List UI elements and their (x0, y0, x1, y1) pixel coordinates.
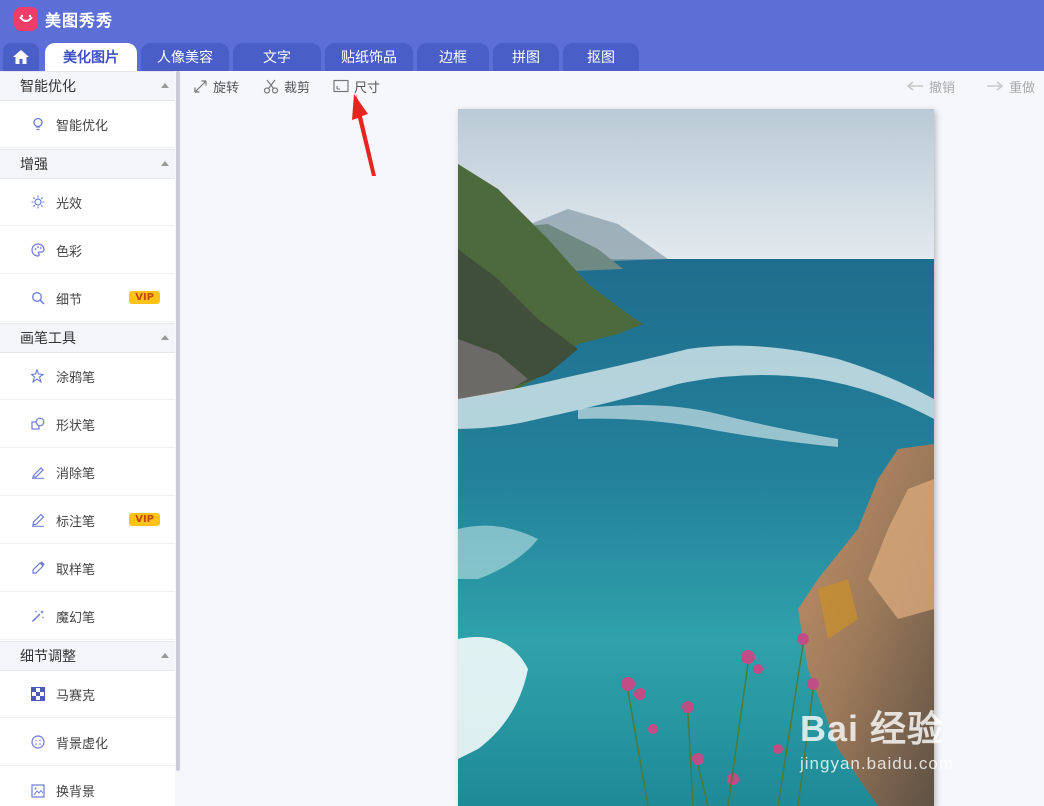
tool-detail[interactable]: 细节 VIP (0, 275, 175, 322)
group-header-smart[interactable]: 智能优化 (0, 71, 175, 101)
watermark-url: jingyan.baidu.com (800, 754, 955, 773)
caret-up-icon (161, 335, 169, 340)
arrow-left-icon (906, 81, 923, 91)
group-header-brush[interactable]: 画笔工具 (0, 323, 175, 353)
tool-shape-pen[interactable]: 形状笔 (0, 401, 175, 448)
tool-label: 马赛克 (56, 688, 96, 704)
sidebar-scrollbar[interactable] (176, 71, 180, 771)
scissors-icon (263, 79, 279, 94)
group-title: 增强 (20, 157, 48, 173)
tool-label: 涂鸦笔 (56, 370, 96, 386)
group-title: 画笔工具 (20, 331, 76, 347)
caret-up-icon (161, 653, 169, 658)
group-title: 智能优化 (20, 79, 76, 95)
rotate-button[interactable]: 旋转 (193, 77, 240, 96)
tab-stickers[interactable]: 贴纸饰品 (325, 43, 413, 71)
annotation-arrow-icon (352, 94, 376, 176)
tool-label: 细节 (56, 292, 83, 308)
tool-label: 背景虚化 (56, 736, 109, 752)
caret-up-icon (161, 161, 169, 166)
app-title: 美图秀秀 (45, 11, 114, 30)
background-icon (30, 783, 46, 799)
undo-button[interactable]: 撤销 (906, 77, 956, 96)
shapes-icon (30, 416, 46, 432)
tab-portrait[interactable]: 人像美容 (141, 43, 229, 71)
tool-magic-pen[interactable]: 魔幻笔 (0, 593, 175, 640)
tab-collage[interactable]: 拼图 (493, 43, 559, 71)
tool-light-effect[interactable]: 光效 (0, 179, 175, 226)
crop-button[interactable]: 裁剪 (263, 77, 311, 96)
tool-smart-optimize[interactable]: 智能优化 (0, 101, 175, 148)
tab-text[interactable]: 文字 (233, 43, 321, 71)
magic-wand-icon (30, 608, 46, 624)
size-button[interactable]: 尺寸 (333, 77, 381, 96)
sun-icon (30, 194, 46, 210)
undo-label: 撤销 (929, 80, 956, 96)
tab-cutout[interactable]: 抠图 (563, 43, 639, 71)
vip-badge: VIP (129, 291, 160, 304)
redo-label: 重做 (1009, 80, 1036, 96)
group-title: 细节调整 (20, 649, 76, 665)
sparkle-pen-icon (30, 368, 46, 384)
tool-label: 魔幻笔 (56, 610, 96, 626)
tab-border[interactable]: 边框 (417, 43, 489, 71)
tool-label: 取样笔 (56, 562, 96, 578)
pen-icon (30, 512, 46, 528)
baidu-watermark: Bai 经验 jingyan.baidu.com (800, 700, 954, 774)
tab-home[interactable] (3, 43, 39, 71)
palette-icon (30, 242, 46, 258)
mosaic-icon (30, 686, 46, 702)
resize-icon (333, 79, 349, 93)
sidebar: 智能优化 智能优化 增强 光效 色彩 细节 VIP 画笔工具 涂鸦笔 形状笔 消… (0, 71, 175, 806)
title-bar: 美图秀秀 (0, 0, 1044, 38)
caret-up-icon (161, 83, 169, 88)
tool-color[interactable]: 色彩 (0, 227, 175, 274)
tool-change-background[interactable]: 换背景 (0, 767, 175, 806)
tool-eraser-pen[interactable]: 消除笔 (0, 449, 175, 496)
tool-label: 色彩 (56, 244, 83, 260)
tool-label: 形状笔 (56, 418, 96, 434)
tab-beautify[interactable]: 美化图片 (45, 43, 137, 71)
redo-button[interactable]: 重做 (986, 77, 1036, 96)
tool-mark-pen[interactable]: 标注笔 VIP (0, 497, 175, 544)
size-label: 尺寸 (354, 80, 381, 96)
crop-label: 裁剪 (284, 80, 311, 96)
tool-label: 光效 (56, 196, 83, 212)
group-header-enhance[interactable]: 增强 (0, 149, 175, 179)
tool-label: 智能优化 (56, 118, 109, 134)
tool-label: 换背景 (56, 785, 96, 800)
tool-sample-pen[interactable]: 取样笔 (0, 545, 175, 592)
group-header-detail-adjust[interactable]: 细节调整 (0, 641, 175, 671)
tool-doodle-pen[interactable]: 涂鸦笔 (0, 353, 175, 400)
tool-mosaic[interactable]: 马赛克 (0, 671, 175, 718)
home-icon (13, 50, 29, 64)
vip-badge: VIP (129, 513, 160, 526)
magnifier-icon (30, 290, 46, 306)
arrow-right-icon (987, 81, 1004, 91)
tab-bar: 美化图片 人像美容 文字 贴纸饰品 边框 拼图 抠图 (0, 38, 1044, 71)
dropper-icon (30, 560, 46, 576)
tool-label: 消除笔 (56, 466, 96, 482)
watermark-logo-text: Bai 经验 (800, 708, 945, 749)
rotate-icon (194, 79, 207, 93)
blur-icon (30, 734, 46, 750)
app-logo-icon (14, 7, 38, 31)
tool-background-blur[interactable]: 背景虚化 (0, 719, 175, 766)
rotate-label: 旋转 (213, 80, 240, 96)
bulb-icon (30, 116, 46, 132)
eraser-pen-icon (30, 464, 46, 480)
tool-label: 标注笔 (56, 514, 96, 530)
